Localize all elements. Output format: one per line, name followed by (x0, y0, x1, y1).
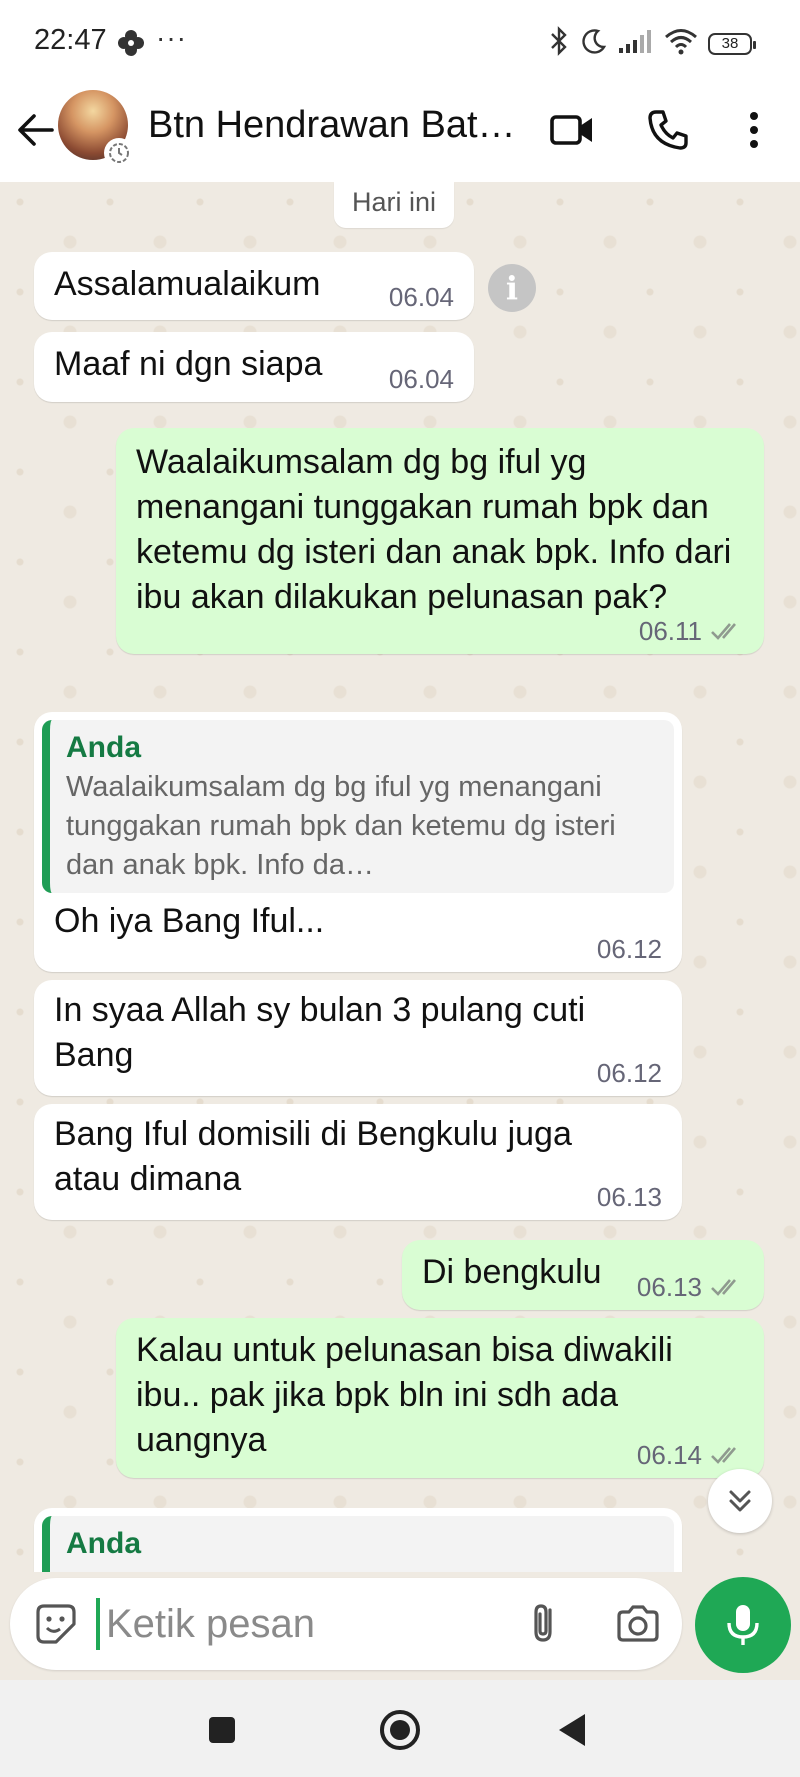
quote-author: Anda (66, 1527, 141, 1560)
back-arrow-icon (18, 114, 54, 146)
quote-author: Anda (66, 731, 141, 764)
camera-button[interactable] (614, 1600, 662, 1648)
message-bubble[interactable]: Anda (34, 1508, 682, 1572)
message-time: 06.11 (638, 616, 702, 646)
square-icon (209, 1717, 235, 1743)
attach-icon (534, 1604, 552, 1642)
attach-button[interactable] (522, 1600, 570, 1648)
message-bubble[interactable]: Waalaikumsalam dg bg iful yg menangani t… (116, 428, 764, 654)
home-button[interactable] (372, 1702, 428, 1758)
camera-icon (617, 1605, 659, 1642)
message-text: In syaa Allah sy bulan 3 pulang cuti Ban… (54, 991, 586, 1074)
message-bubble[interactable]: In syaa Allah sy bulan 3 pulang cuti Ban… (34, 980, 682, 1096)
message-time: 06.14 (636, 1440, 702, 1470)
double-check-icon (711, 623, 736, 640)
quote-text: Waalaikumsalam dg bg iful yg menangani t… (66, 771, 616, 881)
message-bubble[interactable]: Di bengkulu 06.13 (402, 1240, 764, 1310)
double-chevron-down-icon (729, 1490, 751, 1512)
message-text: Waalaikumsalam dg bg iful yg menangani t… (136, 443, 732, 616)
message-text: Oh iya Bang Iful... (54, 902, 325, 940)
app-flower-icon (116, 28, 146, 58)
message-time: 06.13 (596, 1182, 662, 1212)
back-button[interactable] (12, 104, 64, 156)
back-nav-button[interactable] (544, 1702, 600, 1758)
wifi-icon (664, 27, 698, 60)
triangle-back-icon (559, 1714, 585, 1746)
date-divider: Hari ini (334, 182, 455, 228)
info-icon[interactable]: i (488, 264, 536, 312)
message-bubble[interactable]: Maaf ni dgn siapa 06.04 (34, 332, 474, 402)
more-vert-icon (750, 112, 758, 148)
status-bar: 22:47 ··· 38 (0, 0, 800, 80)
message-bubble[interactable]: Kalau untuk pelunasan bisa diwakili ibu.… (116, 1318, 764, 1478)
video-call-button[interactable] (546, 104, 598, 156)
scroll-to-bottom-button[interactable] (708, 1469, 772, 1533)
chat-header: Btn Hendrawan Bat… (0, 80, 800, 182)
message-input[interactable] (106, 1596, 506, 1652)
message-time: 06.12 (596, 1058, 662, 1088)
status-timer-icon (104, 138, 134, 168)
bluetooth-icon (548, 26, 570, 61)
double-check-icon (711, 1279, 736, 1296)
status-more-dots: ··· (156, 22, 187, 53)
message-bubble[interactable]: Assalamualaikum 06.04 (34, 252, 474, 320)
message-time: 06.04 (388, 282, 454, 312)
recent-apps-button[interactable] (194, 1702, 250, 1758)
battery-icon: 38 (708, 32, 756, 55)
message-time: 06.04 (388, 364, 454, 394)
text-cursor (96, 1598, 100, 1650)
quoted-message[interactable]: Anda Waalaikumsalam dg bg iful yg menang… (42, 720, 674, 893)
voice-record-button[interactable] (695, 1577, 791, 1673)
message-bubble[interactable]: Anda Waalaikumsalam dg bg iful yg menang… (34, 712, 682, 972)
contact-name[interactable]: Btn Hendrawan Bat… (148, 104, 526, 147)
message-composer (10, 1578, 682, 1670)
emoji-button[interactable] (32, 1600, 80, 1648)
status-time: 22:47 (34, 24, 107, 56)
message-text: Bang Iful domisili di Bengkulu juga atau… (54, 1115, 572, 1198)
system-nav-bar (0, 1680, 800, 1777)
moon-icon (580, 27, 608, 60)
message-time: 06.12 (596, 934, 662, 964)
mic-icon (727, 1605, 759, 1645)
phone-call-icon (648, 110, 688, 150)
video-call-icon (550, 115, 592, 145)
emoji-icon (36, 1604, 76, 1644)
quoted-message[interactable]: Anda (42, 1516, 674, 1572)
double-check-icon (711, 1447, 736, 1464)
chat-area[interactable]: Hari ini Assalamualaikum 06.04 i Maaf ni… (0, 182, 800, 1572)
voice-call-button[interactable] (642, 104, 694, 156)
more-options-button[interactable] (728, 104, 780, 156)
circle-icon (380, 1710, 420, 1750)
signal-icon (618, 28, 654, 59)
message-bubble[interactable]: Bang Iful domisili di Bengkulu juga atau… (34, 1104, 682, 1220)
message-time: 06.13 (636, 1272, 702, 1302)
